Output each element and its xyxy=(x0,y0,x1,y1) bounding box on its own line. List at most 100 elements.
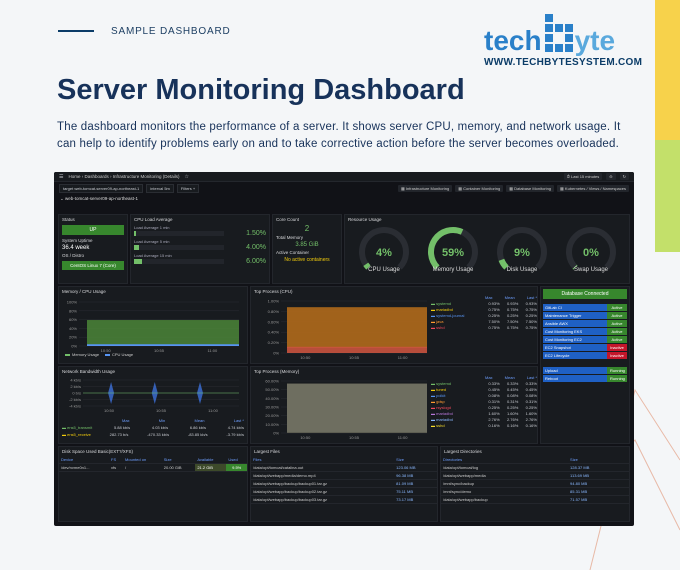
series-value: 0.93% xyxy=(506,301,519,306)
column-header[interactable]: Device xyxy=(59,456,109,464)
x-tick: 10:50 xyxy=(300,355,311,360)
service-row: Cost Monitoring EC2 Active xyxy=(543,336,627,343)
series-value: 0.31% xyxy=(506,399,519,404)
column-header[interactable]: Size xyxy=(568,456,629,464)
series-value: -470.33 kb/s xyxy=(147,432,170,437)
column-header[interactable]: Directories xyxy=(441,456,568,464)
column-header[interactable]: Mounted on xyxy=(123,456,162,464)
sample-label: SAMPLE DASHBOARD xyxy=(111,26,231,37)
legend-header: Max Mean Last * xyxy=(431,375,537,380)
page-title: Server Monitoring Dashboard xyxy=(57,74,465,106)
y-tick: 50.00% xyxy=(265,387,279,392)
disk-panel: Disk Space Used Basic(EXT?/XFS) Device FS… xyxy=(58,446,248,522)
y-tick: 30.00% xyxy=(265,405,279,410)
series-value: 1.60% xyxy=(506,411,519,416)
toolbar-button[interactable]: ▦ Database Monitoring xyxy=(506,184,555,192)
service-name: EC2 Snapshot xyxy=(543,344,607,351)
service-name: Upload xyxy=(543,367,607,374)
time-range-picker[interactable]: ⏱ Last 15 minutes xyxy=(563,173,603,180)
series-name: ▬ sshd xyxy=(431,325,445,330)
series-value: 4.03 kb/s xyxy=(151,425,169,430)
logo-b-icon xyxy=(544,14,573,52)
series-value: 2.76% xyxy=(525,417,537,422)
column-header[interactable]: Size xyxy=(394,456,437,464)
y-tick: 40.00% xyxy=(265,396,279,401)
service-row: EC2 Lifecycle Inactive xyxy=(543,352,627,359)
top-memory-panel: Top Process (Memory) 60.00% 50.00% 40.00% 3… xyxy=(250,366,538,444)
series-name: ▬ sshd xyxy=(431,423,445,428)
series-value: 0.45% xyxy=(525,387,537,392)
filters-select[interactable]: Filters + xyxy=(176,183,200,193)
series-name: ▬ polkit xyxy=(431,393,446,398)
series-value: 4.74 kb/s xyxy=(227,425,244,430)
logo-text-tech: tech xyxy=(484,25,542,56)
table-cell: /dev/nvme0n1... xyxy=(61,465,90,470)
zoom-out-icon[interactable]: ⊖ xyxy=(606,173,616,180)
column-header[interactable]: Used xyxy=(226,456,247,464)
service-status-badge: Inactive xyxy=(607,352,627,359)
container-value: No active containers xyxy=(284,257,330,263)
table-header-row: Files Size xyxy=(251,456,437,464)
series-value: 0.75% xyxy=(506,307,519,312)
column-header[interactable]: Available xyxy=(195,456,226,464)
service-status-badge: Active xyxy=(607,304,627,311)
topcpu-chart: 1.00% 0.80% 0.60% 0.40% 0.20% 0% 10:50 10:55 11:… xyxy=(268,299,427,360)
os-value: CentOS Linux 7 (Core) xyxy=(62,261,124,270)
website-url: WWW.TECHBYTESYSTEM.COM xyxy=(484,57,643,68)
toolbar-button[interactable]: ▦ Kubernetes / Views / Namespaces xyxy=(557,184,629,192)
table-cell: /data/opt/webapp/backup/backup02.tar.gz xyxy=(253,489,328,494)
menu-icon[interactable]: ☰ xyxy=(59,174,63,180)
table-header-row: Device FS Mounted on Size Available Used xyxy=(59,456,247,464)
status-panel: Status UP System Uptime 36.4 week OS / D… xyxy=(58,214,128,284)
y-tick: 0.40% xyxy=(268,330,280,335)
netbw-chart: 4 kb/s2 kb/s 0 b/s-2 kb/s -4 kb/s 10:50 10:5… xyxy=(69,378,239,413)
legend-label: Memory Usage xyxy=(72,352,100,357)
x-tick: 10:55 xyxy=(156,408,167,413)
service-name: GitLab CI xyxy=(543,304,607,311)
legend-header-cell: Last * xyxy=(233,418,244,423)
load-value: 4.00% xyxy=(246,244,266,251)
toolbar-button[interactable]: ▦ Container Monitoring xyxy=(455,184,504,192)
target-select[interactable]: target web-tomcat-server09-ap-northeast-… xyxy=(59,183,144,193)
y-tick: 0.80% xyxy=(268,309,280,314)
x-tick: 11:00 xyxy=(208,408,218,413)
toolbar-button[interactable]: ▦ Infrastructure Monitoring xyxy=(397,184,453,192)
series-name: ▬ mariadbd xyxy=(431,411,453,416)
series-name: ▬ tuned xyxy=(431,387,447,392)
legend-row: ▬ sshd 0.16% 0.16% 0.16% xyxy=(431,423,537,428)
x-tick: 10:55 xyxy=(349,355,360,360)
interval-select[interactable]: interval 5m xyxy=(146,183,174,193)
gauge: 4% CPU Usage xyxy=(353,224,415,276)
gauge-label: Memory Usage xyxy=(432,267,473,273)
table-cell: xfs xyxy=(111,465,117,470)
table-row: /data/opt/webapp/media 113.69 MB xyxy=(441,472,629,480)
dashboard-screenshot: ☰ Home › Dashboards › Infrastructure Mon… xyxy=(54,172,634,526)
column-header[interactable]: FS xyxy=(109,456,123,464)
service-status-badge: Inactive xyxy=(607,344,627,351)
largest-directories-panel: Largest Directories Directories Size/data… xyxy=(440,446,630,522)
table-cell: /data/opt/webapp/backup/backup01.tar.gz xyxy=(253,481,328,486)
column-header[interactable]: Files xyxy=(251,456,394,464)
legend-row: ▬ tuned 0.45% 0.45% 0.45% xyxy=(431,387,537,392)
column-header[interactable]: Size xyxy=(162,456,196,464)
legend-swatch xyxy=(65,354,70,356)
series-value: 0.75% xyxy=(506,325,519,330)
netbw-legend-row: ▬ ens5_transmit 5.88 kb/s 4.03 kb/s 6.86 kb… xyxy=(62,425,244,430)
y-tick: 2 kb/s xyxy=(70,384,81,389)
host-row-header[interactable]: ⌄ web-tomcat-server09-ap-northeast-1 xyxy=(54,194,634,203)
legend-swatch xyxy=(105,354,110,356)
resource-usage-panel: Resource Usage 4% CPU Usage 59% Memory Usag… xyxy=(344,214,630,284)
star-icon[interactable]: ☆ xyxy=(185,174,189,180)
y-tick: -4 kb/s xyxy=(69,404,81,409)
load-item: Load Average 1 min 1.50% xyxy=(131,224,269,238)
cpu-load-title: CPU Load Average xyxy=(134,217,173,222)
y-tick: -2 kb/s xyxy=(69,397,81,402)
x-tick: 10:50 xyxy=(104,408,115,413)
uptime-label: System Uptime xyxy=(62,238,93,243)
table-row: /mnt/sync/demo 85.31 MB xyxy=(441,488,629,496)
disk-title: Disk Space Used Basic(EXT?/XFS) xyxy=(62,449,134,454)
refresh-icon[interactable]: ↻ xyxy=(619,173,629,180)
legend-header-cell: Mean xyxy=(504,295,515,300)
process-area xyxy=(287,307,427,348)
series-name: ▬ mariadbd xyxy=(431,417,453,422)
